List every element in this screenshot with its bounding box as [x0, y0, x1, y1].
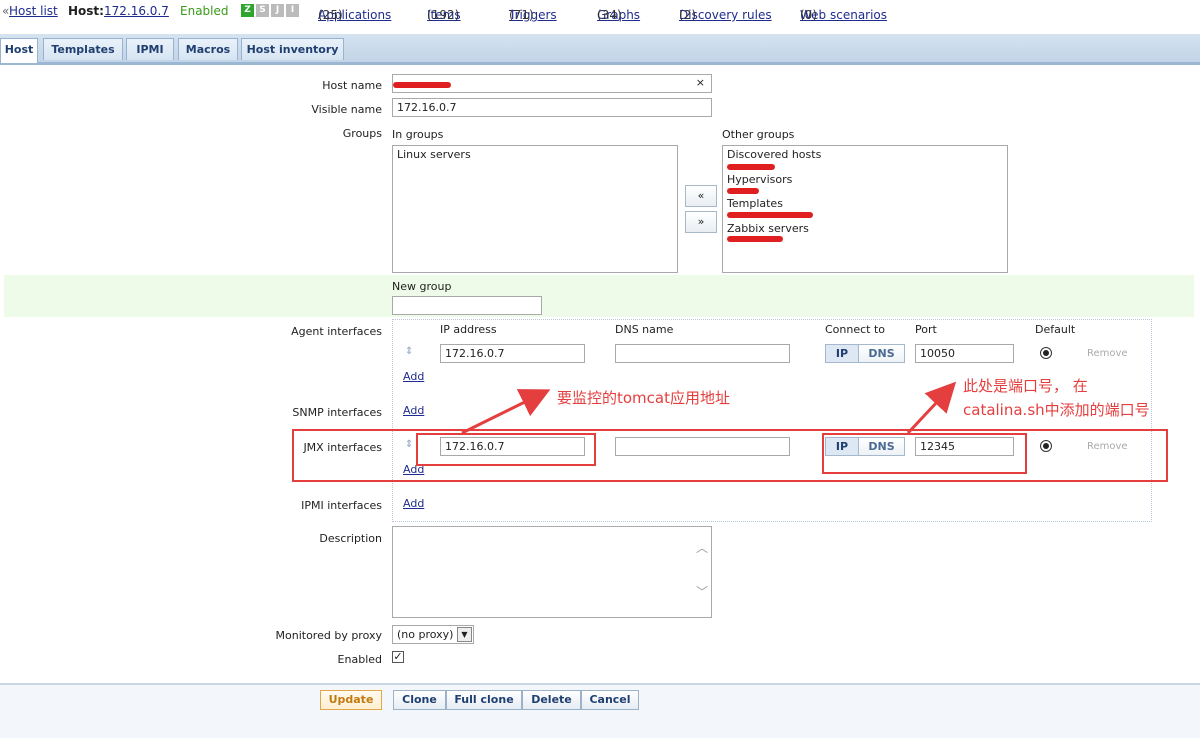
enabled-label: Enabled: [337, 653, 382, 666]
description-label: Description: [319, 532, 382, 545]
port-annotation-line2: catalina.sh中添加的端口号: [963, 401, 1150, 419]
scroll-down-icon[interactable]: ﹀: [696, 585, 708, 599]
cancel-button[interactable]: Cancel: [581, 690, 639, 710]
ip-annotation-text: 要监控的tomcat应用地址: [557, 389, 730, 407]
scroll-up-icon[interactable]: ︿: [696, 541, 708, 555]
description-textarea[interactable]: ︿ ﹀: [392, 526, 712, 618]
full-clone-button[interactable]: Full clone: [446, 690, 522, 710]
update-button[interactable]: Update: [320, 690, 382, 710]
chevron-down-icon[interactable]: ▼: [457, 627, 472, 642]
proxy-label: Monitored by proxy: [275, 629, 382, 642]
proxy-selected-value: (no proxy): [397, 628, 454, 641]
proxy-select[interactable]: (no proxy) ▼: [392, 625, 474, 644]
clone-button[interactable]: Clone: [393, 690, 446, 710]
port-annotation-line1: 此处是端口号， 在: [963, 377, 1088, 395]
delete-button[interactable]: Delete: [522, 690, 581, 710]
enabled-checkbox[interactable]: ✓: [392, 651, 404, 663]
arrow-to-port-note: [906, 381, 957, 435]
arrow-to-ip-note: [461, 389, 551, 435]
annotation-arrows: [461, 381, 957, 435]
